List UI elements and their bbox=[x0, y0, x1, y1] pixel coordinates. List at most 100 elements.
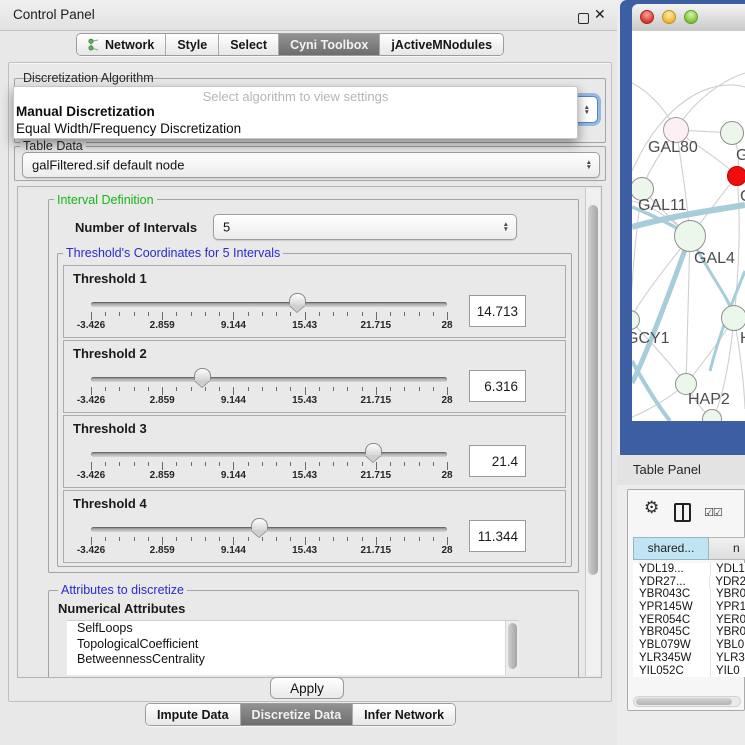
threshold-value-field[interactable]: 11.344 bbox=[469, 520, 526, 552]
close-icon[interactable]: ✕ bbox=[594, 6, 606, 23]
tick-mark bbox=[91, 387, 92, 395]
split-columns-icon[interactable] bbox=[674, 503, 691, 522]
tab-label: Discretize Data bbox=[252, 708, 342, 722]
cell-shared-name: YBR043C bbox=[633, 588, 711, 601]
group-title-thresholds: Threshold's Coordinates for 5 Intervals bbox=[63, 246, 283, 260]
tick-mark bbox=[433, 312, 434, 316]
close-button-icon[interactable] bbox=[640, 10, 654, 24]
gear-icon[interactable]: ⚙ bbox=[644, 498, 659, 518]
slider-track[interactable] bbox=[91, 377, 447, 382]
tick-mark bbox=[433, 537, 434, 541]
tick-mark bbox=[362, 387, 363, 391]
tick-mark bbox=[219, 312, 220, 316]
table-row[interactable]: YBL079WYBL0 bbox=[633, 639, 745, 652]
attribute-list-item[interactable]: SelfLoops bbox=[67, 621, 519, 637]
zoom-button-icon[interactable] bbox=[684, 10, 698, 24]
network-node-gal4[interactable] bbox=[674, 220, 706, 252]
tab-cyni-toolbox[interactable]: Cyni Toolbox bbox=[279, 34, 380, 55]
tab-select[interactable]: Select bbox=[219, 34, 279, 55]
tick-mark bbox=[347, 312, 348, 316]
tick-mark bbox=[119, 312, 120, 316]
network-canvas[interactable]: GAL80GACGAL11GAL4GCY1HHAP2 bbox=[632, 31, 745, 421]
tab-impute-data[interactable]: Impute Data bbox=[146, 704, 241, 725]
list-scrollbar[interactable] bbox=[505, 621, 519, 675]
tick-label: 9.144 bbox=[221, 470, 246, 481]
slider-track[interactable] bbox=[91, 452, 447, 457]
table-panel: ⚙ ☑☑ shared... n YDL19...YDL1YDR27...YDR… bbox=[627, 489, 745, 711]
network-window-titlebar bbox=[632, 4, 745, 32]
tick-mark bbox=[262, 462, 263, 466]
threshold-label: Threshold 1 bbox=[73, 271, 147, 286]
tab-jactivemnodules[interactable]: jActiveMNodules bbox=[380, 34, 503, 55]
cell-name: YIL0 bbox=[711, 665, 740, 678]
tick-mark bbox=[248, 462, 249, 466]
tick-mark bbox=[219, 462, 220, 466]
tick-label: 21.715 bbox=[361, 545, 392, 556]
network-node-ga[interactable] bbox=[720, 121, 744, 145]
apply-button[interactable]: Apply bbox=[270, 677, 344, 699]
algorithm-dropdown-popup: Select algorithm to view settings Manual… bbox=[13, 86, 578, 139]
threshold-value-field[interactable]: 14.713 bbox=[469, 295, 526, 327]
tick-mark bbox=[305, 387, 306, 395]
number-of-intervals-combobox[interactable]: 5 ▲▼ bbox=[213, 214, 517, 240]
threshold-value-field[interactable]: 6.316 bbox=[469, 370, 526, 402]
slider-track[interactable] bbox=[91, 302, 447, 307]
cell-name: YDL1 bbox=[711, 563, 745, 576]
threshold-value-field[interactable]: 21.4 bbox=[469, 445, 526, 477]
vertical-scrollbar[interactable] bbox=[585, 188, 600, 676]
tick-mark bbox=[347, 387, 348, 391]
table-row[interactable]: YLR345WYLR3 bbox=[633, 652, 745, 665]
tick-mark bbox=[419, 537, 420, 541]
tick-label: 28 bbox=[441, 320, 452, 331]
attribute-list-item[interactable]: TopologicalCoefficient bbox=[67, 637, 519, 653]
slider-thumb[interactable] bbox=[289, 293, 306, 305]
select-columns-icon[interactable]: ☑☑ bbox=[704, 506, 722, 519]
tab-discretize-data[interactable]: Discretize Data bbox=[241, 704, 354, 725]
tick-mark bbox=[290, 537, 291, 541]
table-row[interactable]: YER054CYER0 bbox=[633, 614, 745, 627]
tab-style[interactable]: Style bbox=[166, 34, 219, 55]
table-data-combobox[interactable]: galFiltered.sif default node ▲▼ bbox=[22, 152, 600, 178]
slider-thumb[interactable] bbox=[365, 443, 382, 455]
scrollbar-thumb[interactable] bbox=[636, 698, 732, 705]
float-window-icon[interactable] bbox=[578, 13, 589, 24]
slider-ticks bbox=[91, 462, 447, 471]
tick-mark bbox=[134, 387, 135, 391]
tick-mark bbox=[148, 312, 149, 316]
tick-mark bbox=[233, 387, 234, 395]
table-row[interactable]: YBR043CYBR0 bbox=[633, 588, 745, 601]
scrollbar-thumb[interactable] bbox=[588, 205, 598, 575]
algorithm-option-equal-width-frequency-discretization[interactable]: Equal Width/Frequency Discretization bbox=[16, 120, 575, 137]
tick-mark bbox=[390, 387, 391, 391]
table-row[interactable]: YDL19...YDL1 bbox=[633, 563, 745, 576]
algorithm-option-manual-discretization[interactable]: Manual Discretization bbox=[16, 103, 575, 120]
slider-thumb[interactable] bbox=[251, 518, 268, 530]
tick-mark bbox=[319, 312, 320, 316]
network-node-h[interactable] bbox=[721, 305, 745, 331]
cell-shared-name: YER054C bbox=[633, 614, 711, 627]
tab-network[interactable]: Network bbox=[77, 34, 166, 55]
tab-infer-network[interactable]: Infer Network bbox=[353, 704, 455, 725]
tick-mark bbox=[248, 312, 249, 316]
tick-mark bbox=[333, 312, 334, 316]
column-header-name[interactable]: n bbox=[709, 537, 745, 560]
slider-ticks bbox=[91, 537, 447, 546]
horizontal-scrollbar[interactable] bbox=[633, 696, 741, 707]
tab-label: Style bbox=[177, 38, 207, 52]
tick-mark bbox=[219, 537, 220, 541]
table-row[interactable]: YIL052CYIL0 bbox=[633, 665, 745, 678]
tick-mark bbox=[419, 462, 420, 466]
slider-thumb[interactable] bbox=[194, 368, 211, 380]
minimize-button-icon[interactable] bbox=[662, 10, 676, 24]
network-node-c[interactable] bbox=[727, 166, 745, 186]
table-row[interactable]: YPR145WYPR1 bbox=[633, 601, 745, 614]
table-rows: YDL19...YDL1YDR27...YDR2YBR043CYBR0YPR14… bbox=[633, 563, 745, 677]
tick-mark bbox=[233, 312, 234, 320]
column-header-shared-name[interactable]: shared... bbox=[633, 537, 709, 560]
table-row[interactable]: YBR045CYBR0 bbox=[633, 626, 745, 639]
slider-track[interactable] bbox=[91, 527, 447, 532]
settings-scrollpane: Interval Definition Number of Intervals … bbox=[17, 186, 602, 678]
attribute-list-item[interactable]: BetweennessCentrality bbox=[67, 652, 519, 668]
threshold-panel-4: Threshold 4-3.4262.8599.14415.4321.71528… bbox=[63, 490, 566, 563]
table-row[interactable]: YDR27...YDR2 bbox=[633, 576, 745, 589]
